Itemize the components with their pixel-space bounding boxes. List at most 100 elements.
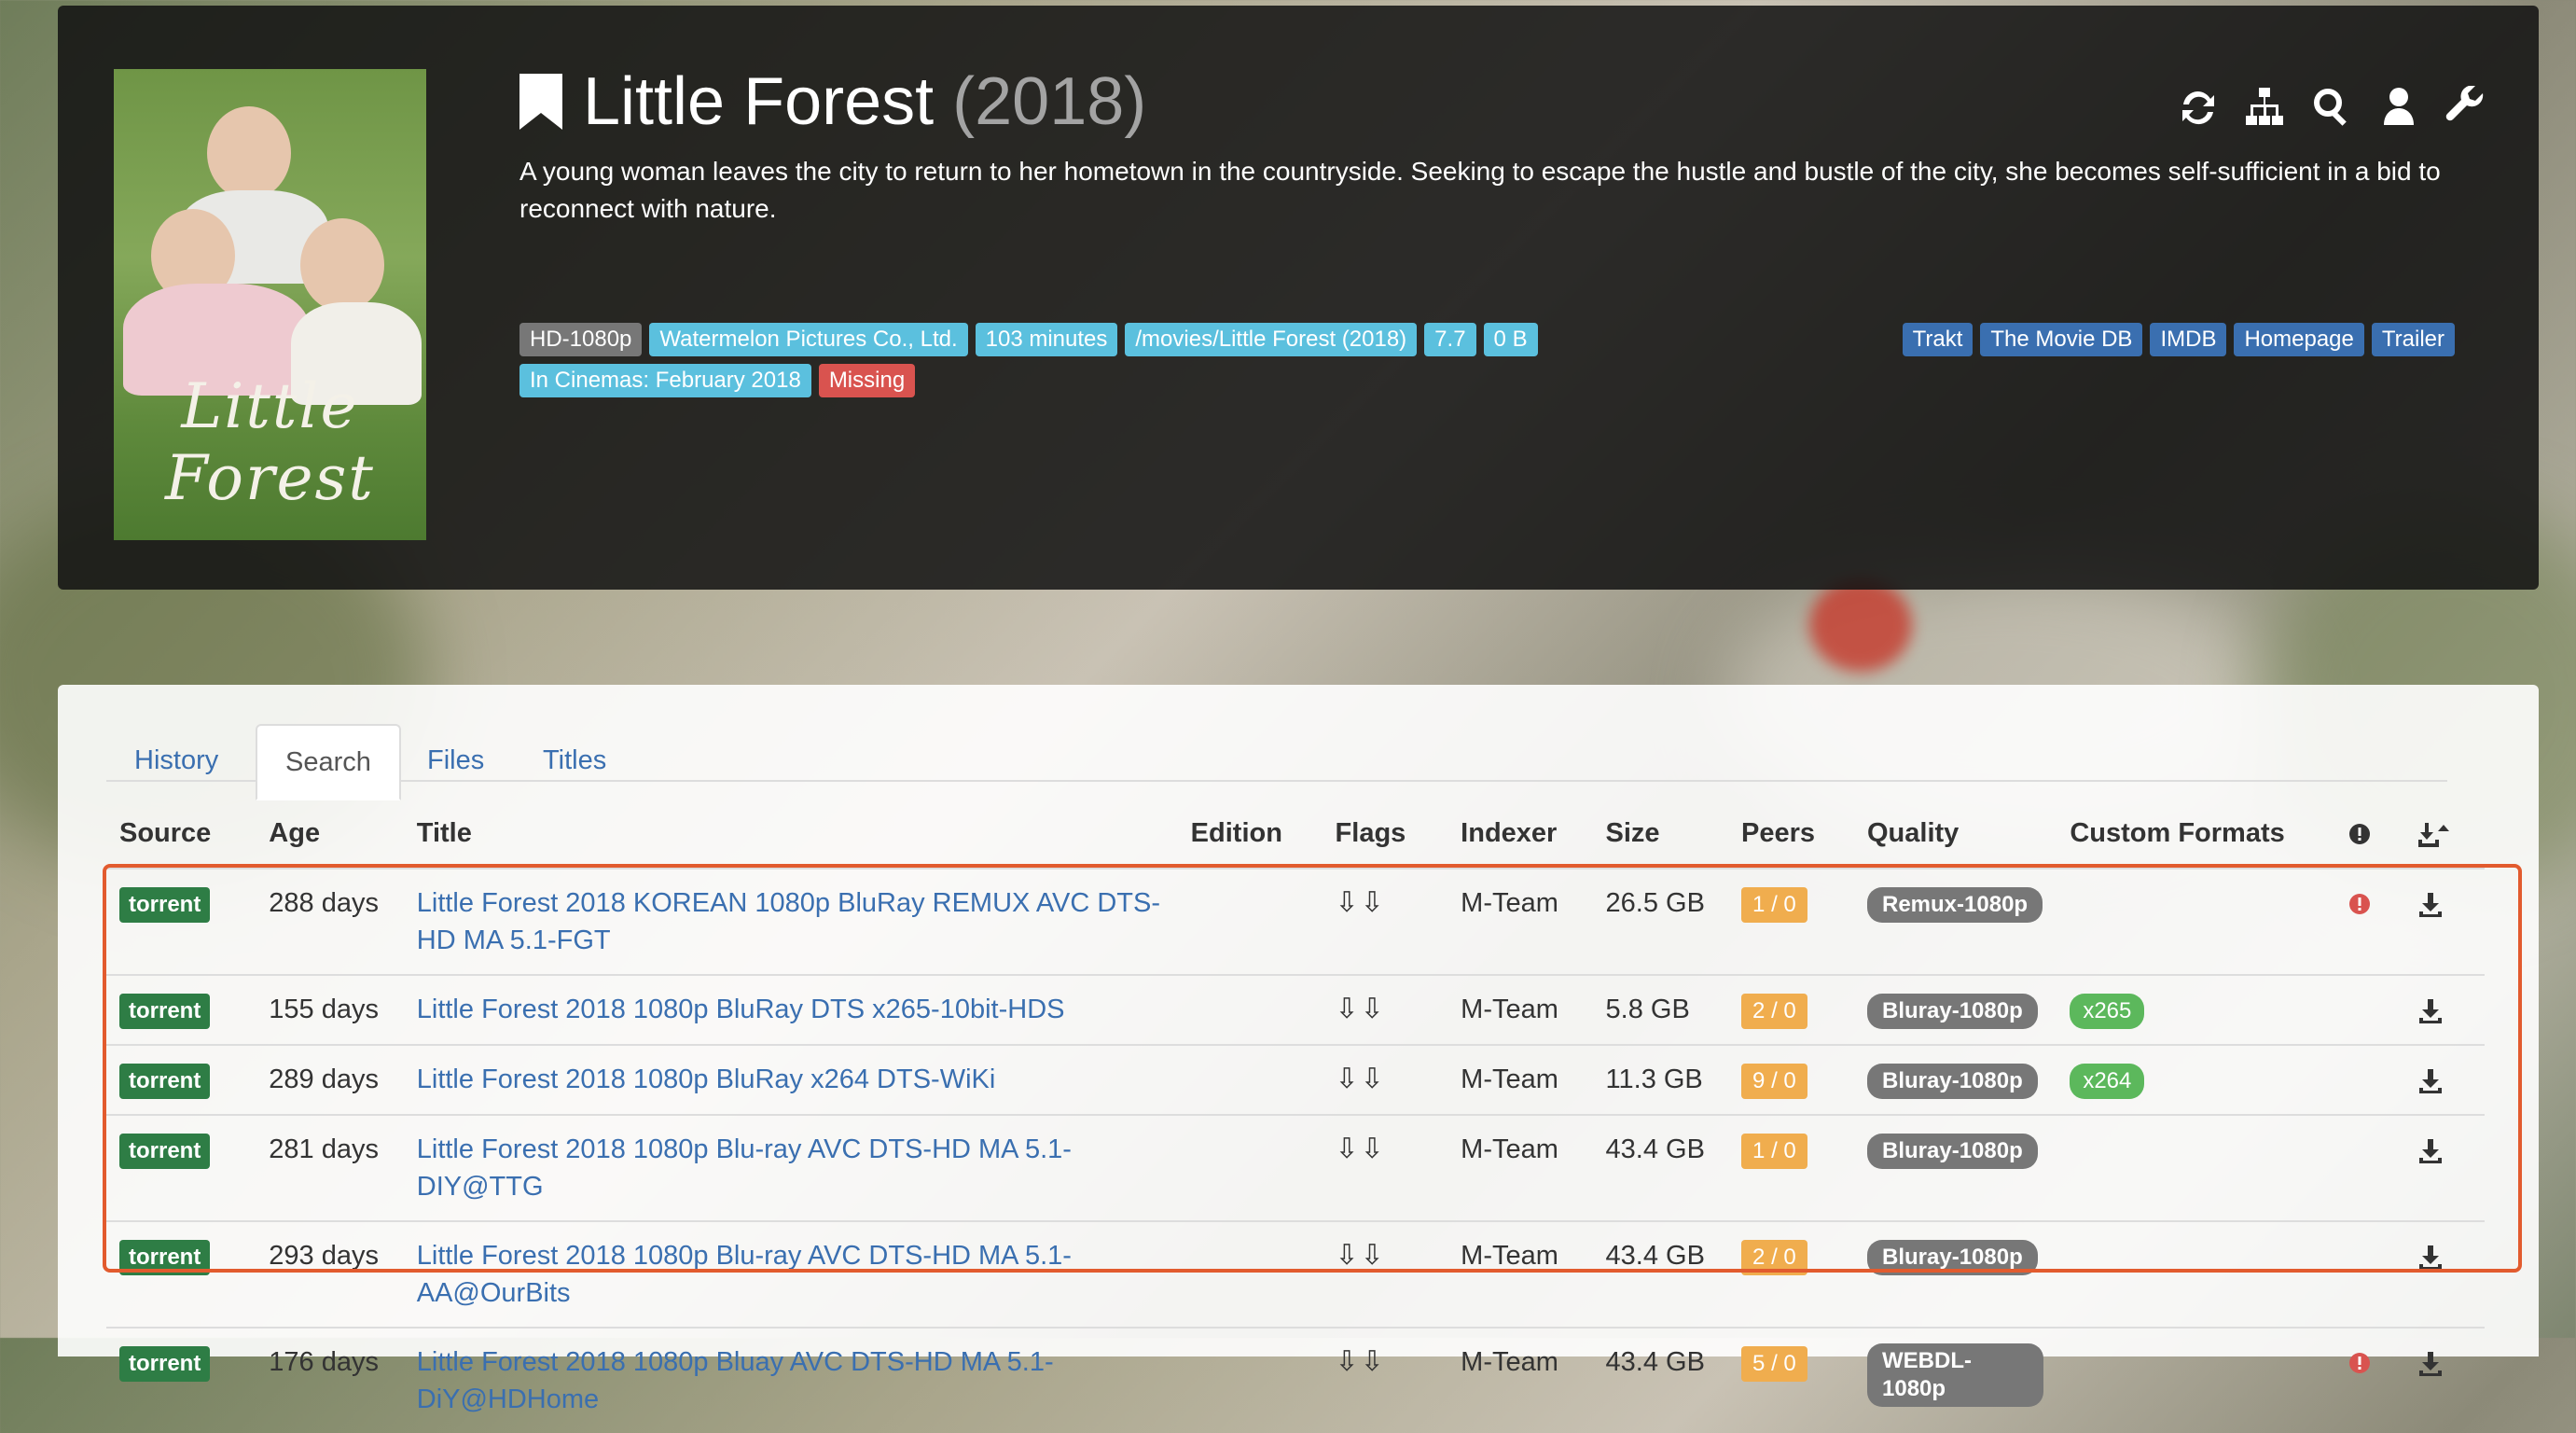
link-trailer[interactable]: Trailer xyxy=(2371,323,2455,356)
release-title-link[interactable]: Little Forest 2018 1080p BluRay DTS x265… xyxy=(417,995,1065,1024)
exclamation-circle-icon xyxy=(2349,823,2371,844)
source-badge: torrent xyxy=(119,887,211,923)
quality-badge: Remux-1080p xyxy=(1867,887,2043,923)
header-actions xyxy=(2177,86,2486,127)
link-imdb[interactable]: IMDB xyxy=(2150,323,2227,356)
link-tmdb[interactable]: The Movie DB xyxy=(1980,323,2143,356)
tab-history[interactable]: History xyxy=(106,724,246,797)
search-icon[interactable] xyxy=(2311,86,2352,127)
col-edition[interactable]: Edition xyxy=(1177,799,1323,870)
col-download[interactable] xyxy=(2404,799,2485,870)
table-row[interactable]: torrent 281 days Little Forest 2018 1080… xyxy=(106,1114,2485,1221)
source-badge: torrent xyxy=(119,1240,211,1275)
download-icon[interactable] xyxy=(2417,1350,2444,1377)
col-quality[interactable]: Quality xyxy=(1854,799,2057,870)
background-apple xyxy=(1809,578,1912,672)
cell-quality: Remux-1080p xyxy=(1854,869,2057,975)
download-icon[interactable] xyxy=(2417,891,2444,918)
quality-badge: WEBDL-1080p xyxy=(1867,1343,2044,1407)
release-title-link[interactable]: Little Forest 2018 KOREAN 1080p BluRay R… xyxy=(417,888,1160,955)
col-age[interactable]: Age xyxy=(256,799,404,870)
download-icon[interactable] xyxy=(2417,997,2444,1024)
cell-peers: 1 / 0 xyxy=(1728,869,1854,975)
col-source[interactable]: Source xyxy=(106,799,256,870)
cell-quality: Bluray-1080p xyxy=(1854,974,2057,1045)
cell-peers: 5 / 0 xyxy=(1728,1327,1854,1433)
peers-badge: 2 / 0 xyxy=(1741,1240,1807,1275)
release-title-link[interactable]: Little Forest 2018 1080p Bluay AVC DTS-H… xyxy=(417,1347,1054,1414)
tab-titles[interactable]: Titles xyxy=(515,724,634,797)
movie-title: Little Forest xyxy=(583,64,935,139)
movie-year: (2018) xyxy=(952,64,1147,139)
cell-flags: ⇩⇩ xyxy=(1322,974,1448,1045)
tag-status: Missing xyxy=(818,364,916,397)
link-homepage[interactable]: Homepage xyxy=(2234,323,2364,356)
poster-title: Little Forest xyxy=(165,370,375,514)
cell-age: 289 days xyxy=(256,1044,404,1115)
cell-title: Little Forest 2018 1080p Blu-ray AVC DTS… xyxy=(403,1220,1178,1328)
download-icon[interactable] xyxy=(2417,1244,2444,1271)
link-trakt[interactable]: Trakt xyxy=(1902,323,1974,356)
peers-badge: 2 / 0 xyxy=(1741,994,1807,1029)
table-row[interactable]: torrent 176 days Little Forest 2018 1080… xyxy=(106,1327,2485,1433)
tag-path: /movies/Little Forest (2018) xyxy=(1125,323,1418,356)
release-title-link[interactable]: Little Forest 2018 1080p Blu-ray AVC DTS… xyxy=(417,1134,1072,1202)
release-title-link[interactable]: Little Forest 2018 1080p Blu-ray AVC DTS… xyxy=(417,1241,1072,1308)
cell-size: 43.4 GB xyxy=(1592,1327,1729,1433)
download-icon[interactable] xyxy=(2417,1137,2444,1164)
col-flags[interactable]: Flags xyxy=(1322,799,1448,870)
flags-icon: ⇩⇩ xyxy=(1335,1064,1386,1094)
quality-badge: Bluray-1080p xyxy=(1867,1064,2038,1099)
cell-rejection xyxy=(2334,1044,2405,1115)
cell-download xyxy=(2404,1044,2485,1115)
table-row[interactable]: torrent 293 days Little Forest 2018 1080… xyxy=(106,1220,2485,1328)
tag-studio: Watermelon Pictures Co., Ltd. xyxy=(649,323,968,356)
cell-download xyxy=(2404,974,2485,1045)
peers-badge: 5 / 0 xyxy=(1741,1346,1807,1382)
cell-age: 176 days xyxy=(256,1327,404,1433)
rejected-icon[interactable] xyxy=(2347,891,2373,917)
col-peers[interactable]: Peers xyxy=(1728,799,1854,870)
table-row[interactable]: torrent 155 days Little Forest 2018 1080… xyxy=(106,974,2485,1045)
tab-files[interactable]: Files xyxy=(399,724,512,797)
cell-peers: 2 / 0 xyxy=(1728,974,1854,1045)
cell-custom-formats xyxy=(2057,869,2334,975)
sitemap-icon[interactable] xyxy=(2244,86,2285,127)
cell-flags: ⇩⇩ xyxy=(1322,1220,1448,1328)
col-custom-formats[interactable]: Custom Formats xyxy=(2057,799,2334,870)
cell-quality: Bluray-1080p xyxy=(1854,1114,2057,1221)
cell-rejection xyxy=(2334,1220,2405,1328)
external-links: Trakt The Movie DB IMDB Homepage Trailer xyxy=(1902,323,2455,356)
bookmark-icon[interactable] xyxy=(519,74,562,130)
download-sort-icon xyxy=(2418,822,2450,847)
cell-peers: 9 / 0 xyxy=(1728,1044,1854,1115)
table-row[interactable]: torrent 288 days Little Forest 2018 KORE… xyxy=(106,869,2485,975)
table-body: torrent 288 days Little Forest 2018 KORE… xyxy=(106,869,2485,1433)
wrench-icon[interactable] xyxy=(2445,86,2486,127)
user-icon[interactable] xyxy=(2378,86,2419,127)
cell-flags: ⇩⇩ xyxy=(1323,869,1448,975)
tag-runtime: 103 minutes xyxy=(975,323,1118,356)
rejected-icon[interactable] xyxy=(2347,1350,2373,1376)
cell-size: 43.4 GB xyxy=(1592,1220,1729,1328)
release-title-link[interactable]: Little Forest 2018 1080p BluRay x264 DTS… xyxy=(417,1064,996,1094)
cell-age: 288 days xyxy=(269,888,379,918)
cell-age: 281 days xyxy=(256,1114,404,1221)
cell-edition xyxy=(1178,869,1323,975)
col-title[interactable]: Title xyxy=(403,799,1178,870)
col-size[interactable]: Size xyxy=(1592,799,1729,870)
cell-title: Little Forest 2018 1080p Bluay AVC DTS-H… xyxy=(403,1327,1178,1433)
refresh-icon[interactable] xyxy=(2177,86,2218,127)
custom-format-badge: x265 xyxy=(2070,994,2145,1029)
download-icon[interactable] xyxy=(2417,1067,2444,1094)
tab-search[interactable]: Search xyxy=(256,724,401,800)
title-row: Little Forest (2018) xyxy=(519,63,1146,140)
flags-icon: ⇩⇩ xyxy=(1335,1346,1386,1377)
quality-badge: Bluray-1080p xyxy=(1867,1134,2038,1169)
col-indexer[interactable]: Indexer xyxy=(1447,799,1593,870)
table-row[interactable]: torrent 289 days Little Forest 2018 1080… xyxy=(106,1044,2485,1115)
tag-rating: 7.7 xyxy=(1424,323,1476,356)
col-rejections[interactable] xyxy=(2334,799,2405,870)
flags-icon: ⇩⇩ xyxy=(1335,994,1386,1024)
movie-poster[interactable]: Little Forest xyxy=(114,69,426,540)
